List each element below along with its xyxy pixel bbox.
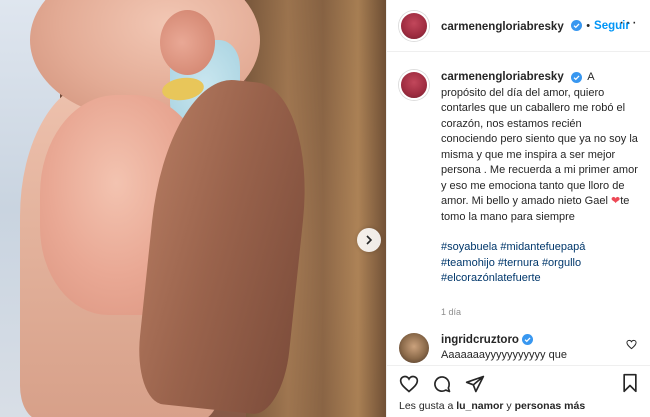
like-button[interactable] [399,374,419,394]
hashtag-list: #soyabuela #midantefuepapá #teamohijo #t… [441,240,639,287]
separator-dot: • [586,19,591,32]
caption-timestamp[interactable]: 1 día [399,307,639,317]
post-header: carmenengloriabresky • Seguir ··· [387,0,650,52]
likes-conj: y [506,400,512,412]
action-bar [387,365,650,395]
save-button[interactable] [621,373,639,398]
hashtag-link[interactable]: #teamohijo [441,257,495,269]
verified-badge-icon [571,19,583,31]
baby-ear [160,10,215,75]
share-button[interactable] [465,374,485,394]
author-username[interactable]: carmenengloriabresky [441,21,564,33]
post-panel: carmenengloriabresky • Seguir ··· carmen… [386,0,650,417]
header-username[interactable]: carmenengloriabresky [441,17,583,35]
caption-username[interactable]: carmenengloriabresky [441,71,564,83]
caption: carmenengloriabresky A propósito del día… [441,70,639,287]
verified-badge-icon [570,71,582,83]
likes-summary: Les gusta a lu_namor y personas más [399,400,585,412]
comment-icon [434,375,451,392]
comments-area: carmenengloriabresky A propósito del día… [387,52,650,365]
hashtag-link[interactable]: #elcorazónlatefuerte [441,272,541,284]
hashtag-link[interactable]: #soyabuela [441,241,497,253]
comment-text: Aaaaaaayyyyyyyyyyy que hermosooooooooooo… [441,349,567,365]
heart-icon [399,375,419,393]
post-photo [0,0,386,417]
comment-item: ingridcruztoro Aaaaaaayyyyyyyyyyy que he… [399,332,639,366]
comment-button[interactable] [432,374,452,394]
hashtag-link[interactable]: #midantefuepapá [500,241,585,253]
heart-emoji-icon: ❤ [610,195,621,207]
caption-row: carmenengloriabresky A propósito del día… [399,70,639,287]
likes-others[interactable]: personas más [515,400,586,412]
caption-text: A propósito del día del amor, quiero con… [441,71,638,207]
chevron-right-icon [366,235,373,245]
verified-badge-icon [521,334,533,346]
bookmark-icon [623,373,637,393]
comment-body: ingridcruztoro Aaaaaaayyyyyyyyyyy que he… [441,333,621,366]
commenter-avatar[interactable] [399,332,429,363]
likes-user[interactable]: lu_namor [456,400,503,412]
paper-plane-icon [465,375,485,392]
author-avatar[interactable] [399,10,429,41]
likes-prefix: Les gusta a [399,400,454,412]
next-photo-button[interactable] [357,228,381,252]
like-comment-icon[interactable] [626,339,637,350]
hashtag-link[interactable]: #orgullo [542,257,581,269]
commenter-username[interactable]: ingridcruztoro [441,334,519,346]
hashtag-link[interactable]: #ternura [498,257,539,269]
caption-avatar[interactable] [399,70,429,100]
more-options-icon[interactable]: ··· [619,14,638,32]
